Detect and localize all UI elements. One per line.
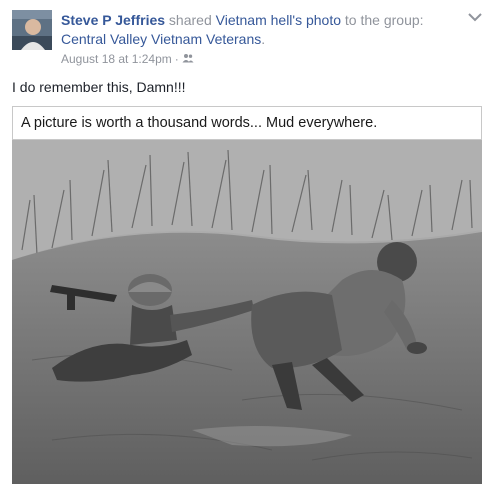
post-meta: August 18 at 1:24pm · — [61, 52, 194, 66]
group-name-link[interactable]: Central Valley Vietnam Veterans — [61, 31, 261, 47]
group-icon — [182, 52, 194, 66]
photo-suffix: 's photo — [292, 12, 342, 28]
photo-caption-text: A picture is worth a thousand words... M… — [21, 115, 378, 131]
meta-separator: · — [174, 52, 179, 66]
post-body-text: I do remember this, Damn!!! — [12, 79, 186, 95]
group-suffix: . — [261, 31, 266, 47]
source-page-name: Vietnam hell — [215, 12, 293, 28]
source-page-link[interactable]: Vietnam hell's photo — [216, 12, 341, 28]
chevron-down-icon — [468, 13, 482, 22]
author-name-link[interactable]: Steve P Jeffries — [61, 12, 165, 28]
shared-post: Steve P Jeffries shared Vietnam hell's p… — [0, 0, 494, 487]
avatar-image — [12, 10, 52, 50]
post-timestamp[interactable]: August 18 at 1:24pm — [61, 52, 172, 66]
shared-photo[interactable]: A picture is worth a thousand words... M… — [12, 106, 482, 484]
shared-text: shared — [165, 12, 216, 28]
vietnam-mud-photo — [12, 140, 482, 484]
photo-caption-box: A picture is worth a thousand words... M… — [12, 106, 482, 140]
post-header: Steve P Jeffries shared Vietnam hell's p… — [61, 11, 461, 49]
to-group-text: to the group: — [341, 12, 424, 28]
post-options-button[interactable] — [466, 10, 484, 24]
author-avatar[interactable] — [12, 10, 52, 50]
